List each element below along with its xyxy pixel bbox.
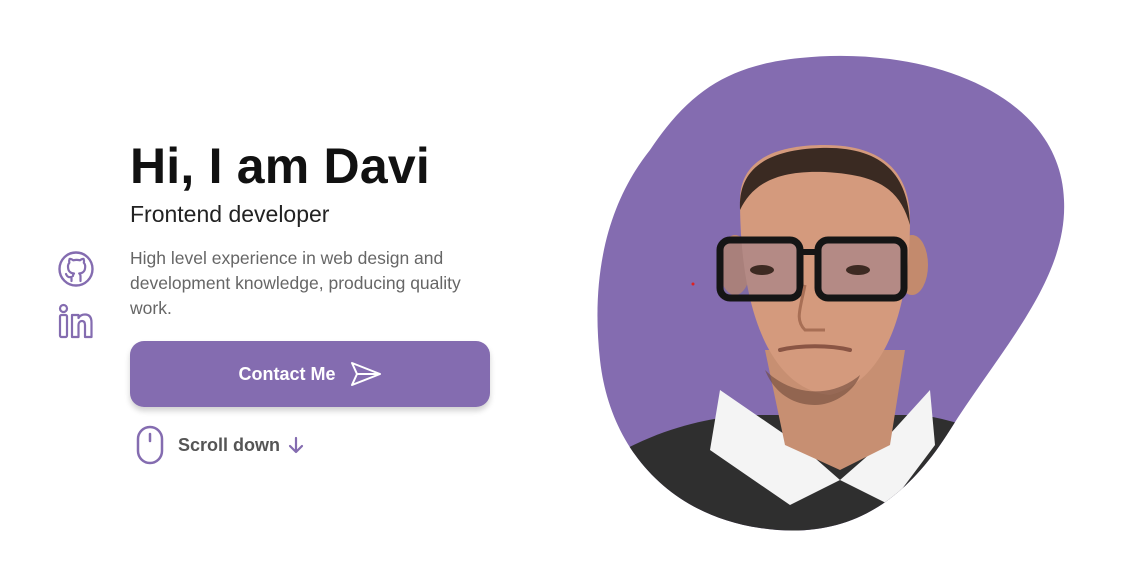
profile-image: [597, 55, 1065, 531]
contact-me-label: Contact Me: [238, 363, 336, 384]
hero-description: High level experience in web design and …: [130, 247, 461, 318]
social-links: [57, 250, 97, 354]
github-icon: [58, 251, 94, 287]
arrow-down-icon: [288, 436, 304, 454]
hero-intro: Hi, I am Davi Frontend developer High le…: [130, 140, 510, 321]
hero-title: Hi, I am Davi: [130, 138, 430, 194]
contact-me-button[interactable]: Contact Me: [130, 341, 490, 407]
profile-blob: [590, 50, 1070, 540]
github-link[interactable]: [57, 250, 95, 288]
linkedin-link[interactable]: [57, 302, 95, 340]
mouse-icon: [136, 425, 164, 465]
scroll-down-link[interactable]: Scroll down: [136, 425, 304, 465]
scroll-down-label: Scroll down: [178, 434, 281, 455]
send-icon: [350, 362, 381, 386]
linkedin-icon: [58, 303, 93, 339]
hero-subtitle: Frontend developer: [130, 200, 330, 227]
